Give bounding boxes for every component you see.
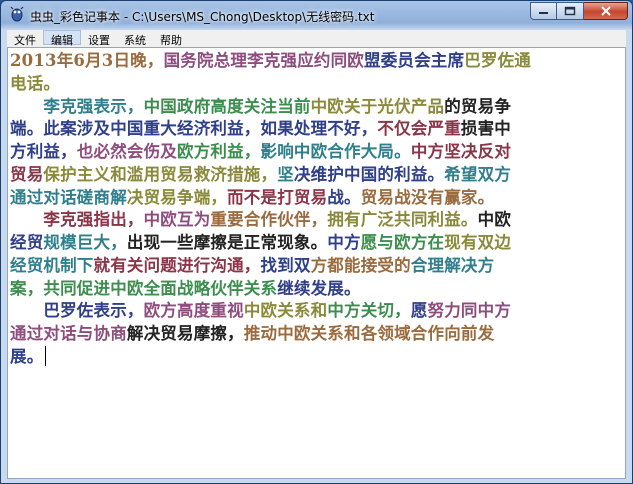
text-line: 李克强指出，中欧互为重要合作伙伴，拥有广泛共同利益。中欧 bbox=[10, 209, 606, 232]
bug-app-icon[interactable] bbox=[9, 6, 25, 22]
text-segment: 中方 bbox=[327, 233, 361, 252]
text-segment: 李克强指出， bbox=[10, 210, 144, 230]
text-segment: 愿 bbox=[410, 301, 428, 321]
title-bar[interactable]: 虫虫_彩色记事本 - C:\Users\MS_Chong\Desktop\无线密… bbox=[1, 1, 632, 30]
text-segment: 重要合作伙伴， bbox=[210, 210, 328, 230]
text-segment: 继续发展。 bbox=[277, 278, 361, 298]
menu-settings[interactable]: 设置 bbox=[81, 30, 117, 47]
text-line: 通过对话磋商解决贸易争端，而不是打贸易战。贸易战没有赢家。 bbox=[10, 187, 606, 210]
text-segment: 战。 bbox=[327, 187, 361, 207]
text-editor[interactable]: 2013年6月3日晚，国务院总理李克强应约同欧盟委员会主席巴罗佐通 电话。 李克强… bbox=[7, 47, 626, 479]
text-segment: 决贸易争端， bbox=[126, 187, 228, 207]
text-segment: 现有双边 bbox=[444, 233, 512, 252]
text-segment: 巴罗佐表示， bbox=[10, 301, 144, 321]
text-segment: 2013年6月3日晚， bbox=[10, 51, 164, 70]
text-caret bbox=[45, 345, 47, 366]
text-segment: 电话。 bbox=[10, 73, 61, 93]
text-segment: 如果处理不好， bbox=[260, 119, 378, 139]
text-line: 经贸规模巨大，出现一些摩擦是正常现象。中方愿与欧方在现有双边 bbox=[10, 232, 606, 255]
text-segment: 李克强表示， bbox=[10, 96, 144, 116]
text-segment: 规模巨大， bbox=[43, 233, 127, 252]
text-segment: 中欧关系和 bbox=[243, 301, 328, 321]
text-line: 端。此案涉及中国重大经济利益，如果处理不好，不仅会严重损害中 bbox=[10, 118, 606, 141]
text-segment: 贸易 bbox=[10, 164, 44, 184]
text-segment: 损害中 bbox=[460, 119, 512, 139]
text-segment: 中欧关于光伏产品 bbox=[310, 96, 445, 116]
text-segment: 希望双方 bbox=[444, 164, 512, 184]
text-segment: 中方坚决反对 bbox=[410, 142, 512, 161]
maximize-button[interactable] bbox=[557, 2, 584, 20]
text-segment: 解决贸易摩擦， bbox=[126, 324, 244, 343]
minimize-button[interactable] bbox=[530, 2, 557, 20]
text-segment: 出现一些摩擦是正常现象。 bbox=[126, 233, 328, 252]
text-segment: 保护主义和滥用贸易救济措施， bbox=[43, 164, 278, 184]
text-segment: 的贸易争 bbox=[444, 96, 512, 116]
text-segment: 中欧互为 bbox=[143, 210, 211, 230]
text-segment: 欧方利益， bbox=[177, 142, 261, 161]
text-segment: 方都能接受的 bbox=[310, 255, 411, 275]
text-segment: 案，共同促进中欧全面战略伙伴关系 bbox=[10, 278, 278, 298]
document-text[interactable]: 2013年6月3日晚，国务院总理李克强应约同欧盟委员会主席巴罗佐通 电话。 李克强… bbox=[10, 50, 606, 369]
text-segment: 决维护中国的利益。 bbox=[293, 164, 445, 184]
text-segment: 找到双 bbox=[260, 255, 311, 275]
text-segment: 欧方高度重视 bbox=[143, 301, 244, 321]
app-window: 虫虫_彩色记事本 - C:\Users\MS_Chong\Desktop\无线密… bbox=[0, 0, 633, 484]
text-segment: 也必然会伤及 bbox=[76, 142, 178, 161]
text-segment: 国务院总理李克强应约同欧 bbox=[163, 51, 364, 70]
menu-system[interactable]: 系统 bbox=[117, 30, 153, 47]
text-line: 展。 bbox=[10, 345, 606, 369]
maximize-icon bbox=[564, 6, 576, 16]
caption-buttons bbox=[530, 2, 628, 20]
text-segment: 而不是打贸易 bbox=[227, 187, 328, 207]
menu-file[interactable]: 文件 bbox=[7, 30, 43, 47]
text-line: 巴罗佐表示，欧方高度重视中欧关系和中方关切，愿努力同中方 bbox=[10, 300, 606, 323]
text-segment: 经贸 bbox=[10, 233, 44, 252]
text-segment: 通过对话与协商 bbox=[10, 324, 127, 343]
text-line: 贸易保护主义和滥用贸易救济措施，坚决维护中国的利益。希望双方 bbox=[10, 164, 606, 187]
text-segment: 坚 bbox=[277, 164, 294, 184]
text-segment: 中国政府高度关注当前 bbox=[143, 96, 311, 116]
close-button[interactable] bbox=[584, 2, 628, 20]
text-segment: 经贸机制下 bbox=[10, 255, 94, 275]
text-segment: 努力同中方 bbox=[427, 301, 512, 321]
text-line: 通过对话与协商解决贸易摩擦，推动中欧关系和各领域合作向前发 bbox=[10, 323, 606, 346]
window-title: 虫虫_彩色记事本 - C:\Users\MS_Chong\Desktop\无线密… bbox=[30, 10, 375, 24]
text-segment: 贸易战没有赢家。 bbox=[360, 187, 495, 207]
text-segment: 中欧 bbox=[477, 210, 512, 230]
text-segment: 通过对话磋商解 bbox=[10, 187, 127, 207]
text-line: 2013年6月3日晚，国务院总理李克强应约同欧盟委员会主席巴罗佐通 bbox=[10, 50, 606, 73]
text-segment: 愿与欧方在 bbox=[360, 233, 445, 252]
text-line: 经贸机制下就有关问题进行沟通，找到双方都能接受的合理解决方 bbox=[10, 255, 606, 278]
close-icon bbox=[600, 6, 611, 16]
text-segment: 就有关问题进行沟通， bbox=[93, 255, 261, 275]
menu-edit[interactable]: 编辑 bbox=[43, 30, 81, 47]
text-line: 李克强表示，中国政府高度关注当前中欧关于光伏产品的贸易争 bbox=[10, 96, 606, 119]
text-segment: 方利益， bbox=[10, 142, 77, 161]
text-segment: 合理解决方 bbox=[410, 255, 495, 275]
text-segment: 端。此案涉及中国重大经济利益， bbox=[10, 119, 261, 139]
menu-bar: 文件 编辑 设置 系统 帮助 bbox=[7, 30, 626, 47]
text-segment: 展。 bbox=[10, 346, 44, 366]
text-line: 电话。 bbox=[10, 73, 606, 96]
text-segment: 拥有广泛共同利益。 bbox=[327, 210, 478, 230]
text-line: 案，共同促进中欧全面战略伙伴关系继续发展。 bbox=[10, 278, 606, 301]
text-segment: 不仅会严重 bbox=[377, 119, 461, 139]
text-segment: 巴罗佐通 bbox=[464, 51, 532, 70]
menu-help[interactable]: 帮助 bbox=[153, 30, 189, 47]
text-segment: 推动中欧关系和各领域合作向前发 bbox=[243, 324, 495, 343]
text-segment: 盟委员会主席 bbox=[364, 51, 465, 70]
text-segment: 影响中欧合作大局。 bbox=[260, 142, 411, 161]
text-segment: 中方关切， bbox=[327, 301, 411, 321]
minimize-icon bbox=[538, 12, 548, 14]
text-line: 方利益，也必然会伤及欧方利益，影响中欧合作大局。中方坚决反对 bbox=[10, 141, 606, 164]
